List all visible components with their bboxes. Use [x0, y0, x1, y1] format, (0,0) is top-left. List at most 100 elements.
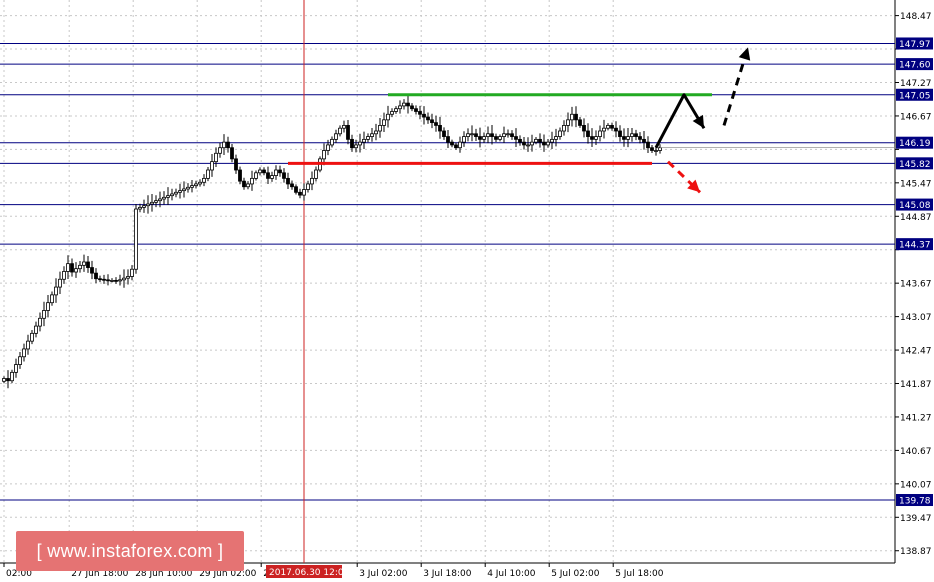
candle-body — [202, 177, 206, 183]
y-tick-label: 140.67 — [900, 447, 932, 457]
candle-body — [406, 102, 410, 107]
candle-body — [606, 125, 610, 129]
candle-body — [454, 144, 458, 149]
candle-body — [618, 130, 622, 137]
candle-body — [538, 138, 542, 143]
candle-body — [386, 113, 390, 121]
candle-body — [490, 133, 494, 137]
candle-body — [658, 147, 662, 151]
y-tick-label: 140.07 — [900, 480, 932, 490]
candle-body — [522, 141, 526, 146]
candle-body — [370, 133, 374, 137]
x-tick-label: 3 Jul 18:00 — [423, 569, 472, 579]
candle-body — [502, 133, 506, 137]
candle-body — [2, 378, 6, 382]
candle-body — [358, 141, 362, 146]
candle-body — [134, 208, 138, 270]
candle-body — [50, 294, 54, 304]
level-price-label: 145.82 — [899, 160, 931, 170]
candle-body — [498, 136, 502, 140]
candle-body — [634, 133, 638, 137]
candle-body — [350, 138, 354, 149]
candle-body — [322, 150, 326, 160]
candle-body — [382, 119, 386, 126]
candle-body — [158, 198, 162, 202]
candle-body — [442, 130, 446, 137]
candle-body — [82, 261, 86, 266]
candle-body — [462, 136, 466, 143]
candle-body — [98, 278, 102, 281]
candle-body — [654, 150, 658, 152]
candle-body — [602, 127, 606, 132]
candle-body — [530, 141, 534, 146]
candle-body — [550, 138, 554, 143]
candle-body — [398, 105, 402, 110]
candle-body — [418, 111, 422, 115]
candle-body — [234, 158, 238, 171]
candle-body — [514, 136, 518, 140]
candle-body — [66, 263, 70, 272]
candle-body — [226, 141, 230, 149]
candle-body — [290, 183, 294, 188]
candle-body — [354, 144, 358, 149]
y-tick-label: 148.47 — [900, 12, 932, 22]
candle-body — [150, 201, 154, 205]
candle-body — [126, 276, 130, 279]
y-tick-label: 144.87 — [900, 213, 932, 223]
candle-body — [102, 278, 106, 281]
candle-body — [90, 267, 94, 274]
candle-body — [314, 169, 318, 179]
candle-body — [614, 127, 618, 132]
candle-body — [470, 133, 474, 136]
candle-body — [194, 183, 198, 187]
candle-body — [118, 279, 122, 282]
candle-body — [122, 277, 126, 281]
candle-body — [238, 169, 242, 182]
candle-body — [554, 136, 558, 140]
y-tick-label: 142.47 — [900, 347, 932, 357]
candle-body — [254, 172, 258, 179]
y-tick-label: 139.47 — [900, 514, 932, 524]
candle-body — [402, 102, 406, 107]
y-tick-label: 146.67 — [900, 112, 932, 122]
candle-body — [142, 205, 146, 208]
candle-body — [518, 138, 522, 143]
candle-body — [170, 193, 174, 197]
candle-body — [222, 141, 226, 149]
candle-body — [46, 302, 50, 311]
candle-body — [146, 203, 150, 207]
x-tick-label: 5 Jul 02:00 — [551, 569, 600, 579]
y-tick-label: 143.07 — [900, 313, 932, 323]
candle-body — [42, 310, 46, 319]
candle-body — [474, 133, 478, 137]
candle-body — [26, 340, 30, 350]
y-tick-label: 147.27 — [900, 79, 932, 89]
candle-body — [446, 136, 450, 143]
candle-body — [94, 272, 98, 280]
y-tick-label: 145.47 — [900, 179, 932, 189]
level-price-label: 147.97 — [899, 40, 931, 50]
candlestick-series — [2, 94, 895, 389]
candle-body — [478, 136, 482, 140]
candle-body — [78, 264, 82, 270]
candle-body — [622, 136, 626, 140]
candle-body — [262, 169, 266, 174]
candle-body — [390, 111, 394, 115]
x-tick-label: 5 Jul 18:00 — [615, 569, 664, 579]
level-price-label: 147.60 — [899, 61, 931, 71]
candle-body — [14, 364, 18, 373]
candle-body — [646, 141, 650, 149]
candle-body — [58, 278, 62, 288]
y-tick-label: 141.27 — [900, 413, 932, 423]
candle-body — [526, 144, 530, 147]
candle-body — [638, 136, 642, 140]
candle-body — [130, 268, 134, 277]
candle-body — [586, 130, 590, 137]
candle-body — [566, 119, 570, 126]
candle-body — [570, 113, 574, 121]
candle-body — [438, 125, 442, 132]
candle-body — [486, 133, 490, 137]
level-price-label: 145.08 — [899, 201, 931, 211]
y-tick-label: 138.87 — [900, 547, 932, 557]
candle-body — [362, 138, 366, 143]
